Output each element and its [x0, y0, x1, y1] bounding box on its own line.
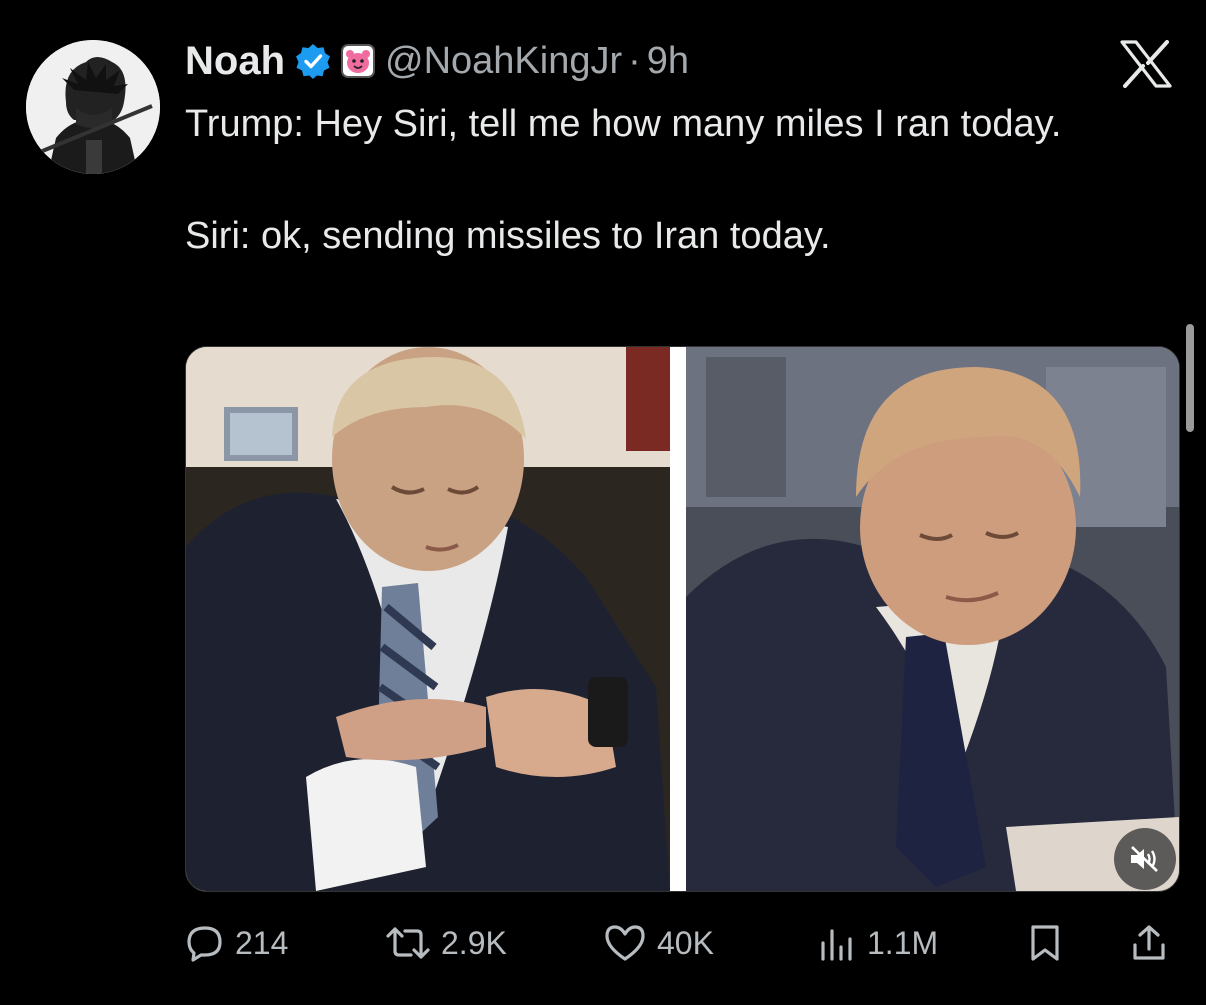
repost-count: 2.9K — [441, 924, 507, 961]
author-name[interactable]: Noah — [185, 39, 285, 84]
views-button[interactable]: 1.1M — [817, 918, 938, 968]
repost-icon — [386, 927, 430, 959]
reply-button[interactable]: 214 — [185, 918, 288, 968]
timestamp[interactable]: 9h — [647, 40, 689, 83]
author-handle[interactable]: @NoahKingJr — [385, 40, 622, 83]
avatar-image — [26, 40, 160, 174]
view-count: 1.1M — [867, 924, 939, 961]
like-icon — [605, 925, 645, 961]
avatar[interactable] — [26, 40, 160, 174]
mute-button[interactable] — [1114, 828, 1176, 890]
tweet-text: Trump: Hey Siri, tell me how many miles … — [185, 103, 1062, 257]
bookmark-icon — [1031, 925, 1059, 961]
separator: · — [628, 39, 641, 82]
x-logo-icon — [1120, 40, 1172, 88]
repost-button[interactable]: 2.9K — [385, 918, 507, 968]
like-button[interactable]: 40K — [603, 918, 714, 968]
share-button[interactable] — [1129, 918, 1169, 968]
reply-icon — [187, 926, 222, 962]
action-bar: 214 2.9K 40K 1.1M — [185, 918, 1175, 968]
media-panel-left — [186, 347, 670, 891]
media-panel-right — [686, 347, 1179, 891]
affiliate-badge-icon[interactable] — [341, 44, 375, 78]
tweet-media[interactable] — [185, 346, 1180, 892]
mute-icon — [1131, 846, 1158, 872]
share-icon — [1133, 925, 1165, 960]
views-icon — [821, 929, 852, 961]
reply-count: 214 — [235, 924, 289, 961]
like-count: 40K — [657, 924, 714, 961]
tweet-header: Noah @NoahKingJr · 9h — [185, 36, 689, 86]
scrollbar[interactable] — [1186, 324, 1194, 432]
verified-badge-icon — [296, 44, 330, 79]
bookmark-button[interactable] — [1027, 918, 1063, 968]
